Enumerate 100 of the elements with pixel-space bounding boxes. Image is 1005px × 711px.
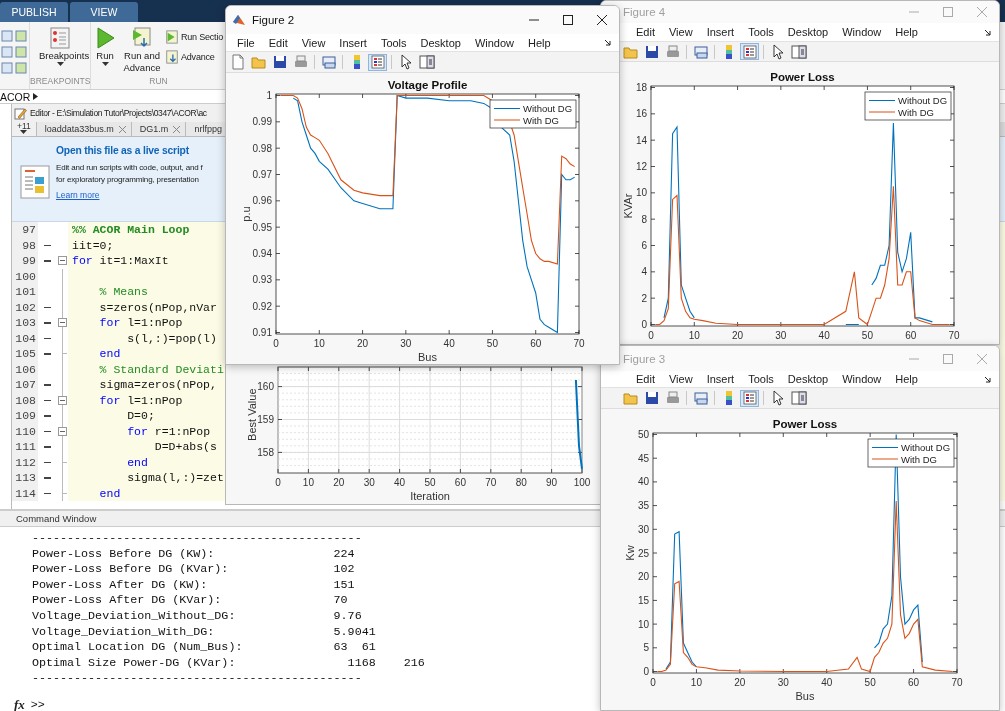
breakpoint-marker[interactable]: [43, 244, 51, 246]
tick-label: 40: [637, 476, 649, 488]
toolbar-button[interactable]: [417, 53, 436, 71]
dock-icon[interactable]: [984, 375, 991, 383]
window-icon: [694, 392, 707, 405]
chart-title: Power Loss: [770, 71, 835, 83]
ribbon-button[interactable]: Run Sectio: [165, 30, 224, 44]
tick-label: 0: [648, 330, 654, 341]
ribbon-button[interactable]: Breakpoints: [30, 26, 90, 67]
axis-label: Kw: [624, 545, 636, 561]
ribbon-tab[interactable]: PUBLISH: [0, 2, 68, 22]
legend-line: [493, 119, 521, 121]
toolbar-button[interactable]: [740, 43, 759, 60]
breakpoint-marker[interactable]: [43, 322, 51, 324]
axis-label: Bus: [795, 690, 815, 702]
close-icon: [977, 7, 987, 17]
folder-icon: [623, 47, 637, 58]
folder-icon: [251, 57, 265, 69]
menu-item[interactable]: Help: [521, 36, 558, 49]
legend-label: With DG: [898, 106, 934, 118]
tick-label: 45: [637, 452, 649, 464]
menu-item[interactable]: Desktop: [413, 36, 468, 49]
legend-label: Without DG: [898, 95, 948, 106]
breadcrumb[interactable]: ACOR: [0, 90, 31, 103]
line-number: 103: [12, 315, 38, 331]
menu-item[interactable]: Insert: [699, 26, 742, 38]
tab-overflow-button[interactable]: +11: [12, 122, 37, 136]
breakpoint-marker[interactable]: [43, 384, 51, 386]
menu-item[interactable]: Window: [835, 26, 889, 38]
banner-text: for exploratory programming, presentation: [56, 175, 200, 184]
dock-icon[interactable]: [604, 39, 611, 46]
menu-item[interactable]: View: [294, 36, 333, 49]
menu-item[interactable]: Help: [888, 26, 925, 38]
menu-item[interactable]: Window: [467, 36, 522, 49]
breakpoint-marker[interactable]: [43, 353, 51, 355]
dock-icon[interactable]: [984, 28, 991, 36]
menu-item[interactable]: Edit: [629, 26, 662, 38]
menu-item[interactable]: File: [230, 36, 262, 49]
breakpoint-marker[interactable]: [43, 399, 51, 401]
toolbar-button[interactable]: [789, 43, 808, 60]
tick-label: 80: [515, 477, 527, 488]
output-line: Optimal Size Power-DG (KVar): 1168 216: [32, 655, 425, 672]
collapse-icon[interactable]: [58, 426, 67, 436]
breakpoint-marker[interactable]: [43, 430, 51, 432]
ribbon-button[interactable]: Advance: [165, 50, 224, 64]
tick-label: 30: [775, 330, 787, 341]
tick-label: 12: [635, 161, 647, 172]
ribbon-tab[interactable]: VIEW: [70, 2, 138, 22]
tick-label: 0: [643, 666, 649, 677]
menu-item[interactable]: Edit: [261, 36, 295, 49]
output-line: Power-Loss Before DG (KVar): 102: [32, 562, 355, 578]
toolbar-button[interactable]: [740, 389, 759, 407]
document-icon: [20, 165, 50, 199]
tick-label: 70: [485, 477, 497, 488]
tick-label: 8: [641, 213, 647, 225]
ribbon-button[interactable]: Run and Advance: [119, 26, 165, 74]
save-icon: [645, 45, 658, 58]
tick-label: 1: [266, 90, 272, 101]
toolbar-button[interactable]: [368, 53, 387, 71]
breakpoint-marker[interactable]: [43, 337, 51, 339]
ribbon-button[interactable]: Run: [91, 26, 119, 67]
file-tab[interactable]: DG1.m: [131, 122, 187, 136]
tick-label: 70: [951, 677, 963, 688]
axis-label: p.u: [240, 206, 252, 222]
collapse-icon[interactable]: [58, 318, 67, 327]
output-line: -----------------------------------------------: [32, 671, 362, 687]
tick-label: 0.95: [252, 221, 272, 233]
close-icon[interactable]: [173, 125, 181, 133]
breakpoint-marker[interactable]: [43, 477, 51, 479]
arrow-icon[interactable]: [33, 93, 39, 100]
breakpoint-marker[interactable]: [43, 260, 51, 262]
breakpoint-marker[interactable]: [43, 446, 51, 448]
tick-label: 25: [637, 547, 649, 559]
breakpoint-marker[interactable]: [43, 306, 51, 308]
menu-item[interactable]: Tools: [741, 26, 781, 38]
collapse-icon[interactable]: [58, 395, 67, 405]
breakpoint-marker[interactable]: [43, 492, 51, 494]
menu-item[interactable]: Desktop: [780, 26, 836, 38]
toolbar-button[interactable]: [789, 389, 808, 407]
tick-label: 5: [643, 642, 649, 654]
breakpoint-marker[interactable]: [43, 461, 51, 463]
close-icon: [597, 15, 607, 25]
breakpoint-marker[interactable]: [43, 415, 51, 417]
menu-item[interactable]: Insert: [332, 36, 374, 49]
file-tab[interactable]: loaddata33bus.m: [36, 122, 132, 136]
tick-label: 60: [905, 330, 917, 341]
menu-item[interactable]: View: [661, 26, 700, 38]
collapse-icon[interactable]: [58, 256, 67, 265]
tick-label: 15: [637, 594, 649, 606]
learn-more-link[interactable]: Learn more: [56, 190, 203, 200]
command-prompt[interactable]: >>: [30, 697, 45, 711]
tick-label: 6: [641, 240, 647, 251]
file-tab[interactable]: nrlfppg: [186, 122, 228, 136]
legend-line: [871, 446, 899, 449]
tick-label: 50: [486, 338, 498, 349]
menu-item[interactable]: Tools: [373, 36, 414, 49]
function-browser-button[interactable]: fx: [14, 696, 25, 711]
printer-icon: [666, 391, 679, 403]
close-icon[interactable]: [118, 125, 126, 133]
legend-line: [868, 111, 896, 113]
